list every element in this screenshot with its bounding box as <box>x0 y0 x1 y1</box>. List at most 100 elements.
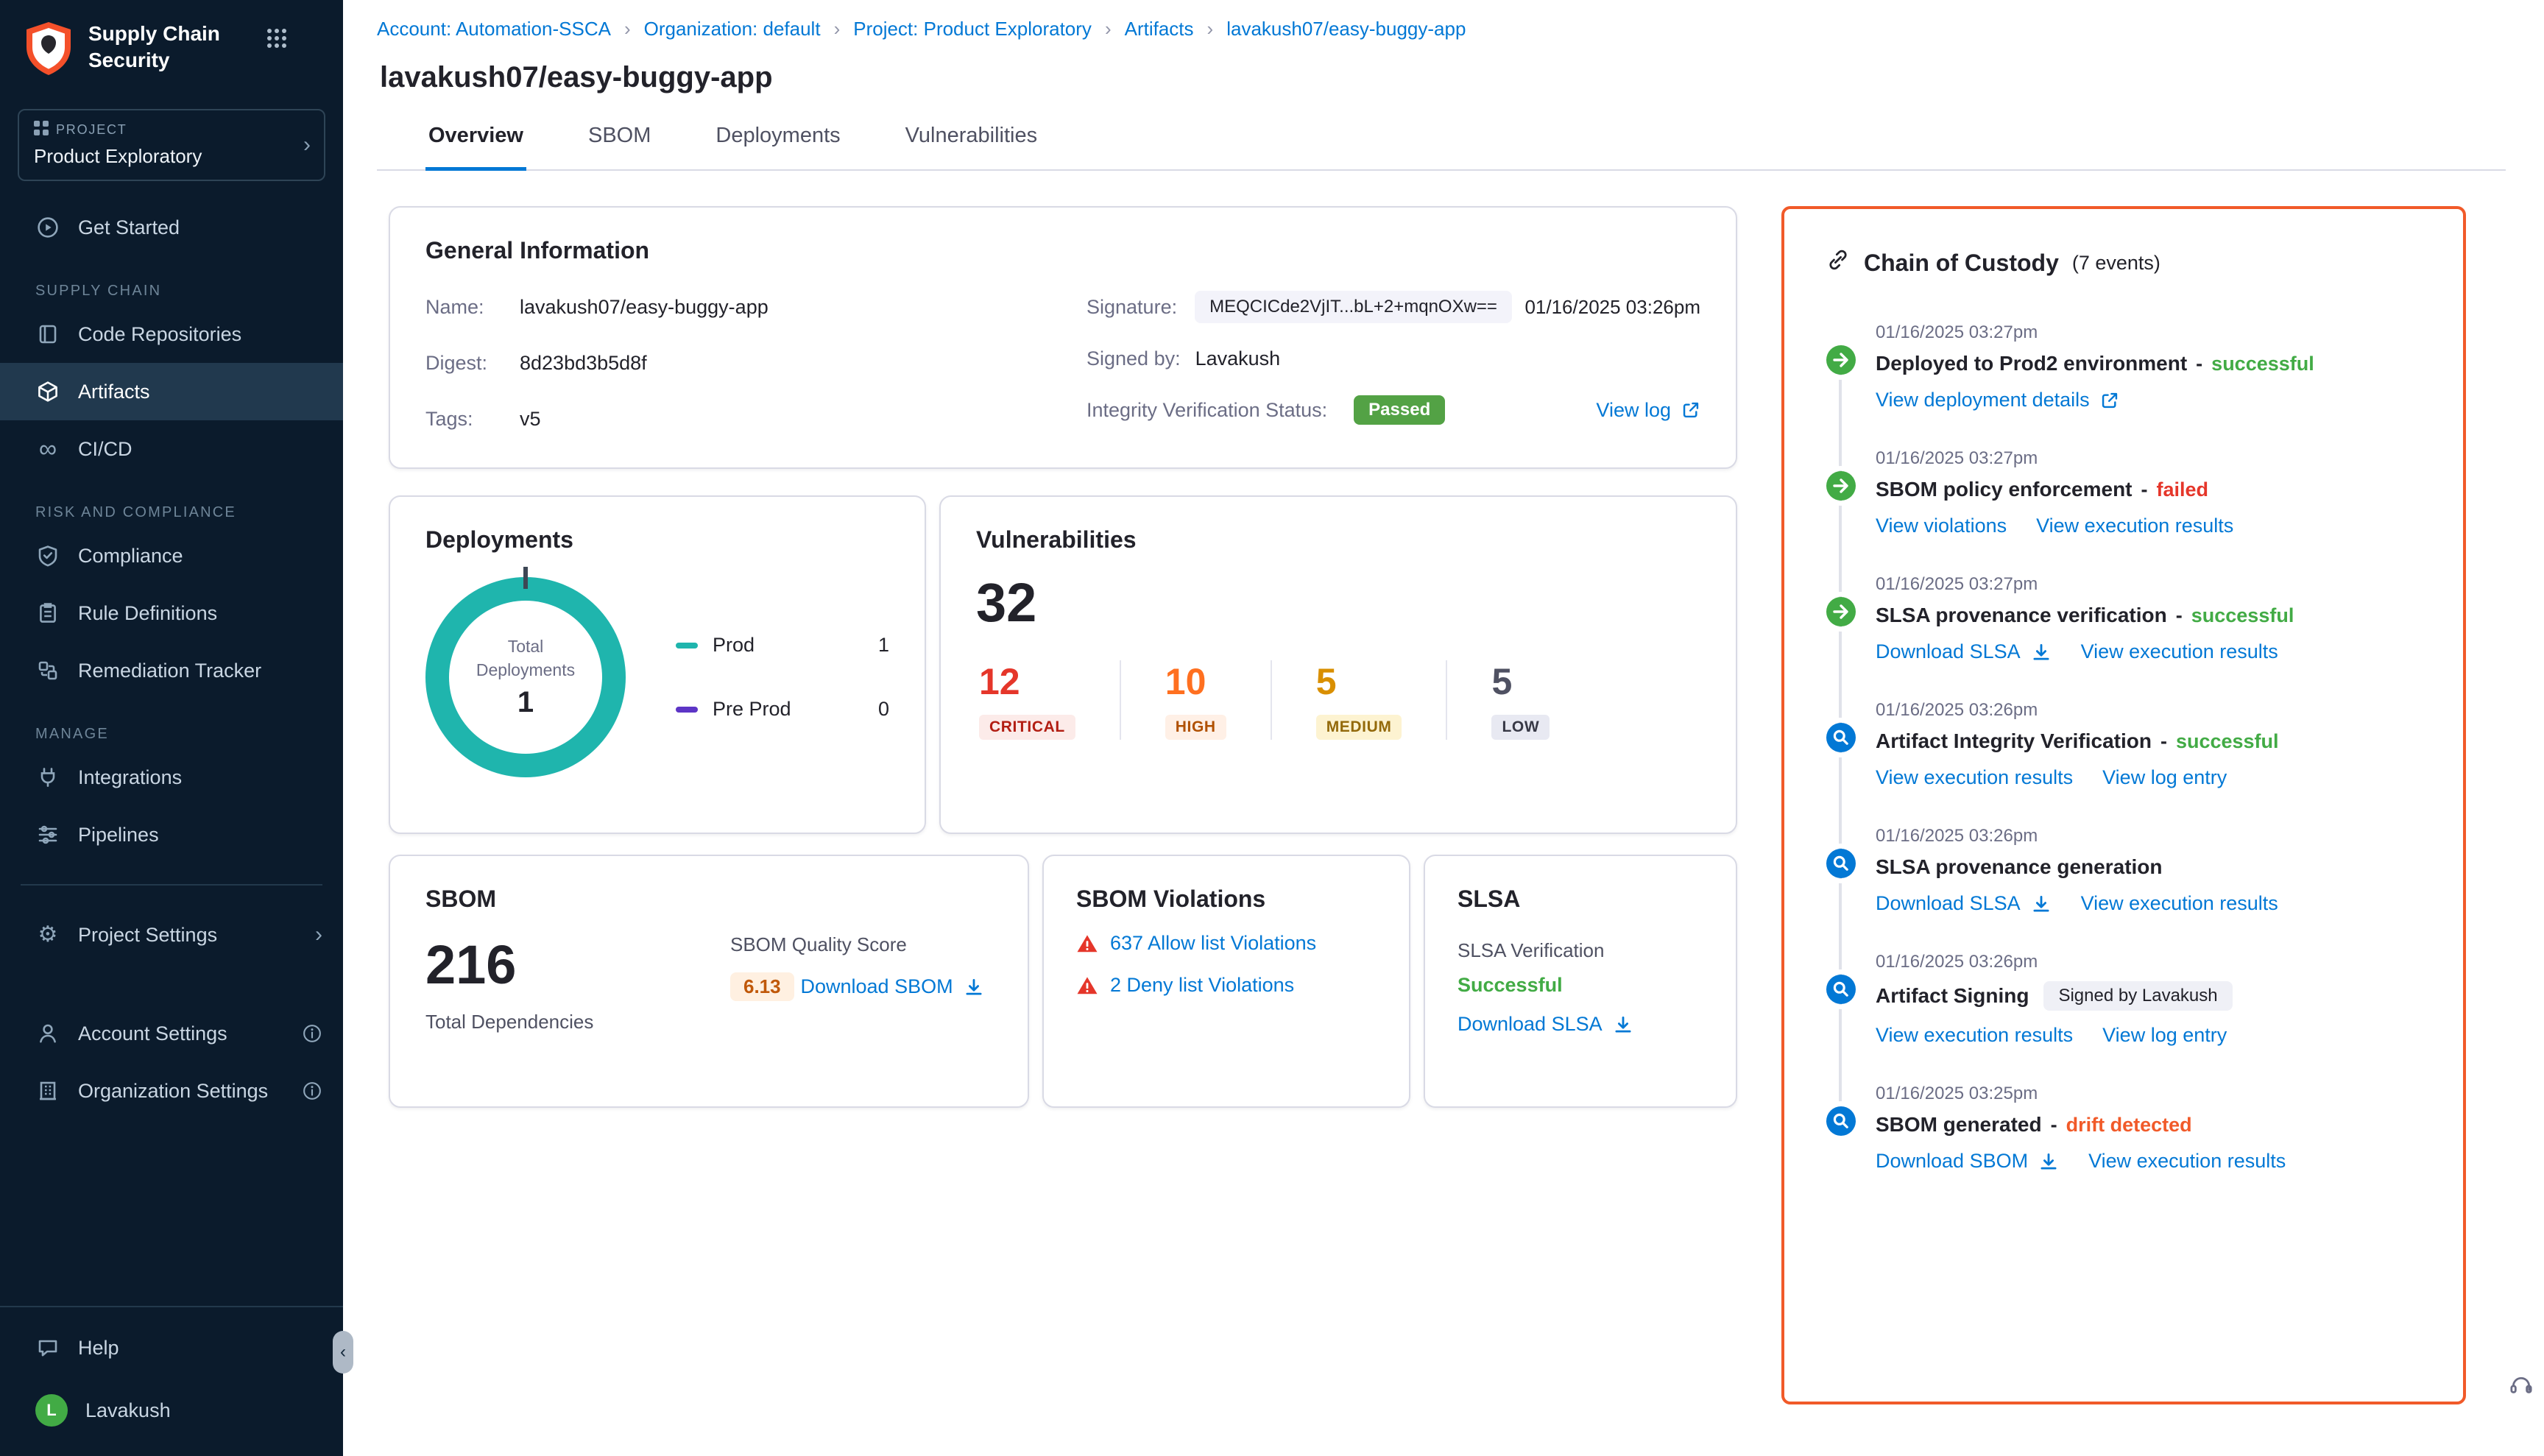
user-profile[interactable]: L Lavakush <box>0 1377 343 1444</box>
legend-value: 1 <box>878 634 889 657</box>
download-slsa-link[interactable]: Download SLSA <box>1458 1013 1633 1036</box>
digest-row: Digest: 8d23bd3b5d8f <box>425 347 1086 379</box>
view-execution-results-link[interactable]: View execution results <box>2081 640 2278 663</box>
tab-sbom[interactable]: SBOM <box>585 121 654 169</box>
content-area: General Information Name: lavakush07/eas… <box>343 171 2544 1456</box>
deny-list-violations-link[interactable]: 2 Deny list Violations <box>1110 974 1294 997</box>
info-icon <box>302 1023 322 1044</box>
sidebar-item-label: Remediation Tracker <box>78 660 261 682</box>
tab-vulnerabilities[interactable]: Vulnerabilities <box>902 121 1040 169</box>
breadcrumb-organization[interactable]: Organization: default <box>644 18 841 40</box>
get-started-icon <box>35 216 60 239</box>
download-sbom-link[interactable]: Download SBOM <box>801 975 984 998</box>
chain-title: Chain of Custody <box>1864 250 2059 277</box>
allow-list-violations-link[interactable]: 637 Allow list Violations <box>1110 932 1316 955</box>
view-execution-results-link[interactable]: View execution results <box>1876 1024 2073 1047</box>
download-icon <box>2031 642 2052 662</box>
view-log-link[interactable]: View log <box>1596 399 1700 422</box>
slsa-verification-label: SLSA Verification <box>1458 939 1703 962</box>
warning-icon <box>1076 933 1098 955</box>
low-count: 5 <box>1491 660 1550 703</box>
chat-widget-icon[interactable] <box>2509 1375 2534 1406</box>
signature-timestamp: 01/16/2025 03:26pm <box>1524 296 1700 319</box>
sidebar-item-organization-settings[interactable]: Organization Settings <box>0 1062 343 1120</box>
view-execution-results-link[interactable]: View execution results <box>2036 515 2233 537</box>
sidebar-item-compliance[interactable]: Compliance <box>0 527 343 584</box>
nav-heading-supply-chain: SUPPLY CHAIN <box>35 283 343 300</box>
project-selector[interactable]: PROJECT Product Exploratory <box>18 109 325 181</box>
breadcrumb-artifacts[interactable]: Artifacts <box>1125 18 1214 40</box>
sidebar-item-code-repositories[interactable]: Code Repositories <box>0 305 343 363</box>
high-count: 10 <box>1165 660 1226 703</box>
view-log-entry-link[interactable]: View log entry <box>2102 766 2227 789</box>
donut-total-value: 1 <box>517 686 534 719</box>
sidebar-item-artifacts[interactable]: Artifacts <box>0 363 343 420</box>
sidebar-item-account-settings[interactable]: Account Settings <box>0 1005 343 1062</box>
sidebar-item-project-settings[interactable]: Project Settings <box>0 906 343 964</box>
deploy-event-icon <box>1826 344 1856 375</box>
sidebar-item-get-started[interactable]: Get Started <box>0 199 343 256</box>
sidebar-item-rule-definitions[interactable]: Rule Definitions <box>0 584 343 642</box>
sidebar-item-remediation-tracker[interactable]: Remediation Tracker <box>0 642 343 699</box>
sidebar-item-help[interactable]: Help <box>0 1319 343 1377</box>
view-log-entry-link[interactable]: View log entry <box>2102 1024 2227 1047</box>
breadcrumb-account[interactable]: Account: Automation-SSCA <box>377 18 631 40</box>
help-chat-icon <box>35 1336 60 1360</box>
sidebar-item-label: Project Settings <box>78 924 217 947</box>
sidebar-item-pipelines[interactable]: Pipelines <box>0 806 343 863</box>
download-slsa-link[interactable]: Download SLSA <box>1876 892 2052 915</box>
view-execution-results-link[interactable]: View execution results <box>2088 1150 2286 1173</box>
breadcrumb: Account: Automation-SSCA Organization: d… <box>377 18 2506 40</box>
nav-heading-manage: MANAGE <box>35 726 343 743</box>
deployments-card: Deployments Total Deployments 1 <box>389 495 926 834</box>
slsa-card: SLSA SLSA Verification Successful Downlo… <box>1424 855 1737 1108</box>
download-slsa-link[interactable]: Download SLSA <box>1876 640 2052 663</box>
download-sbom-link[interactable]: Download SBOM <box>1876 1150 2059 1173</box>
chain-of-custody-panel: Chain of Custody (7 events) 01/16/2025 0… <box>1781 206 2466 1404</box>
sidebar-item-label: Organization Settings <box>78 1080 268 1103</box>
view-execution-results-link[interactable]: View execution results <box>2081 892 2278 915</box>
event-timestamp: 01/16/2025 03:27pm <box>1876 574 2422 595</box>
chain-event-artifact-signing: 01/16/2025 03:26pm Artifact Signing Sign… <box>1826 952 2422 1047</box>
sidebar-collapse-handle[interactable] <box>333 1331 353 1374</box>
chain-events-count: (7 events) <box>2072 252 2160 275</box>
shield-check-icon <box>35 544 60 568</box>
chevron-right-icon <box>315 924 322 946</box>
sidebar-item-label: Account Settings <box>78 1022 227 1045</box>
event-status: successful <box>2196 353 2314 375</box>
general-information-card: General Information Name: lavakush07/eas… <box>389 206 1737 469</box>
sbom-quality-score-badge: 6.13 <box>730 972 794 1001</box>
breadcrumb-project[interactable]: Project: Product Exploratory <box>853 18 1111 40</box>
tab-deployments[interactable]: Deployments <box>713 121 843 169</box>
event-title: Deployed to Prod2 environment <box>1876 352 2187 375</box>
card-title: SLSA <box>1458 886 1703 913</box>
tab-overview[interactable]: Overview <box>425 121 526 171</box>
project-label: PROJECT <box>56 122 127 138</box>
tags-row: Tags: v5 <box>425 403 1086 435</box>
sidebar-item-label: CI/CD <box>78 438 132 461</box>
vulnerabilities-card: Vulnerabilities 32 12 CRITICAL 10 HIGH <box>939 495 1737 834</box>
event-status: failed <box>2141 478 2209 501</box>
digest-label: Digest: <box>425 352 520 375</box>
event-status: successful <box>2176 604 2294 627</box>
chain-event-slsa-generation: 01/16/2025 03:26pm SLSA provenance gener… <box>1826 826 2422 915</box>
legend-item-prod: Prod 1 <box>676 634 889 657</box>
severity-critical: 12 CRITICAL <box>976 660 1120 740</box>
severity-medium: 5 MEDIUM <box>1271 660 1446 740</box>
view-execution-results-link[interactable]: View execution results <box>1876 766 2073 789</box>
prod-swatch <box>676 643 698 649</box>
tags-label: Tags: <box>425 408 520 431</box>
breadcrumb-current[interactable]: lavakush07/easy-buggy-app <box>1226 18 1466 40</box>
audit-event-icon <box>1826 722 1856 753</box>
sidebar-item-cicd[interactable]: CI/CD <box>0 420 343 478</box>
event-title: SLSA provenance verification <box>1876 604 2167 627</box>
view-deployment-details-link[interactable]: View deployment details <box>1876 389 2119 411</box>
download-icon <box>2038 1151 2059 1172</box>
nav-heading-risk-compliance: RISK AND COMPLIANCE <box>35 504 343 521</box>
vulnerabilities-total: 32 <box>976 571 1700 634</box>
event-timestamp: 01/16/2025 03:25pm <box>1876 1084 2422 1104</box>
sidebar-item-integrations[interactable]: Integrations <box>0 749 343 806</box>
module-grid-icon[interactable] <box>265 26 289 56</box>
view-violations-link[interactable]: View violations <box>1876 515 2007 537</box>
card-title: SBOM <box>425 886 992 913</box>
